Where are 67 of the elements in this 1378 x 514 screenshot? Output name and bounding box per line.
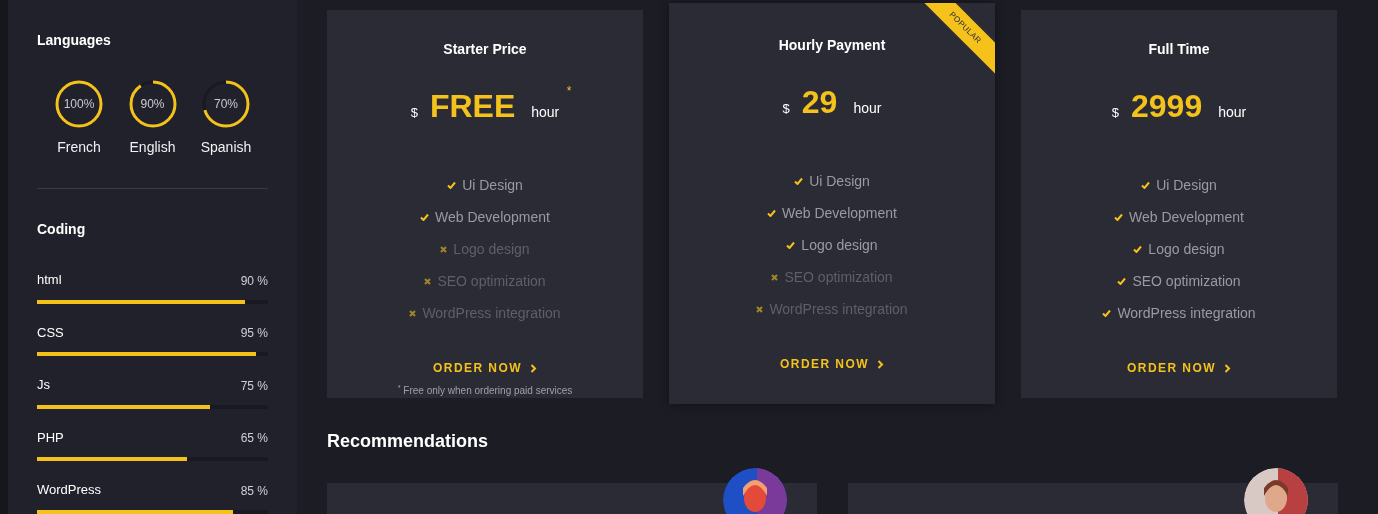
- currency-sign: $: [782, 100, 790, 118]
- check-icon: [1114, 213, 1124, 221]
- feature-label: Logo design: [801, 235, 878, 255]
- price-unit: hour: [1218, 103, 1247, 122]
- footnote: $^{*}$ Free only when ordering paid services: [397, 383, 573, 398]
- chevron-icon: [530, 363, 537, 373]
- ring-percent: 70%: [214, 98, 238, 110]
- progress-ring: [54, 79, 104, 129]
- section-title: Coding: [37, 220, 87, 239]
- feature-label: Ui Design: [809, 171, 870, 191]
- check-icon: [767, 209, 777, 217]
- plan-price: FREE: [429, 90, 516, 122]
- check-icon: [1133, 245, 1143, 253]
- check-icon: [1141, 181, 1151, 189]
- section-heading: Recommendations: [327, 430, 490, 453]
- cross-icon: [771, 273, 779, 281]
- skill-name: PHP: [37, 428, 64, 447]
- skill-name: CSS: [37, 323, 64, 342]
- language-name: French: [57, 138, 101, 157]
- check-icon: [420, 213, 430, 221]
- order-now-button[interactable]: ORDER NOW: [433, 359, 537, 377]
- check-icon: [794, 177, 804, 185]
- check-icon: [786, 241, 796, 249]
- footnote-mark: *: [566, 83, 572, 100]
- feature-label: Web Development: [435, 207, 550, 227]
- skill-percent: 95 %: [240, 325, 268, 342]
- plan-title: Full Time: [1148, 40, 1210, 59]
- cross-icon: [440, 245, 448, 253]
- plan-price: 2999: [1131, 90, 1203, 122]
- feature-label: Logo design: [1148, 239, 1225, 259]
- feature-label: WordPress integration: [1117, 303, 1256, 323]
- check-icon: [1117, 277, 1127, 285]
- chevron-icon: [1224, 363, 1231, 373]
- currency-sign: $: [410, 104, 418, 122]
- order-now-button[interactable]: ORDER NOW: [1127, 359, 1231, 377]
- skill-percent: 75 %: [240, 377, 268, 395]
- ring-percent: 90%: [140, 98, 165, 110]
- skill-percent: 65 %: [240, 430, 268, 447]
- feature-label: SEO optimization: [1132, 271, 1241, 291]
- check-icon: [1102, 309, 1112, 317]
- cross-icon: [756, 305, 764, 313]
- cross-icon: [424, 277, 432, 285]
- skill-name: html: [37, 271, 62, 289]
- cross-icon: [409, 309, 417, 317]
- skill-percent: 85 %: [240, 482, 268, 500]
- language-name: English: [129, 138, 176, 157]
- order-now-button[interactable]: ORDER NOW: [780, 355, 884, 373]
- check-icon: [447, 181, 457, 189]
- skill-percent: 90 %: [240, 272, 268, 290]
- chevron-icon: [877, 359, 884, 369]
- ring-percent: 100%: [63, 98, 95, 110]
- plan-title: Starter Price: [443, 40, 527, 59]
- currency-sign: $: [1111, 104, 1119, 122]
- skill-name: WordPress: [37, 481, 102, 499]
- section-title: Languages: [37, 31, 112, 50]
- feature-label: Ui Design: [462, 175, 523, 195]
- language-name: Spanish: [200, 138, 252, 157]
- progress-ring: [127, 79, 178, 129]
- skill-name: Js: [37, 376, 50, 394]
- plan-title: Hourly Payment: [778, 36, 886, 55]
- feature-label: Web Development: [782, 203, 897, 223]
- feature-label: Web Development: [1129, 207, 1244, 227]
- price-unit: hour: [853, 99, 882, 118]
- progress-ring: [201, 79, 251, 129]
- price-unit: hour: [531, 103, 560, 122]
- plan-price: 29: [801, 86, 838, 118]
- feature-label: Ui Design: [1156, 175, 1217, 195]
